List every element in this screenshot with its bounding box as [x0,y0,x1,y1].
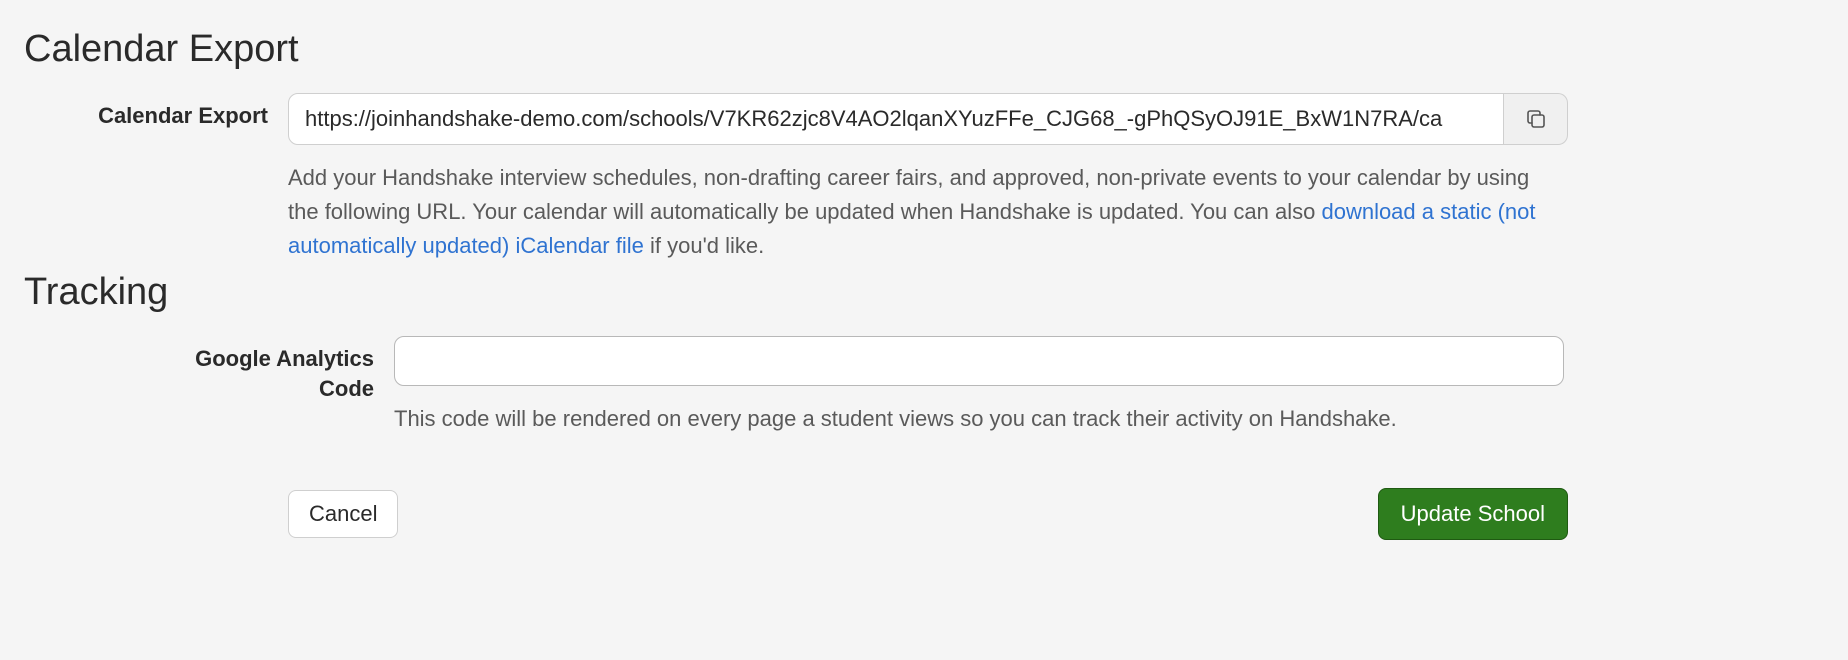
calendar-export-row: Calendar Export Add your Handshake inter… [24,93,1824,263]
copy-button[interactable] [1504,93,1568,145]
cancel-button[interactable]: Cancel [288,490,398,538]
tracking-heading: Tracking [24,271,1824,314]
google-analytics-input[interactable] [394,336,1564,386]
calendar-export-input-group [288,93,1568,145]
calendar-export-url-input[interactable] [288,93,1504,145]
google-analytics-help-text: This code will be rendered on every page… [394,402,1564,436]
ga-label-line2: Code [24,376,374,402]
button-row: Cancel Update School [24,488,1568,540]
calendar-export-heading: Calendar Export [24,28,1824,71]
google-analytics-label: Google Analytics Code [24,336,394,402]
calendar-export-help-text: Add your Handshake interview schedules, … [288,161,1558,263]
tracking-row: Google Analytics Code This code will be … [24,336,1824,436]
calendar-help-suffix: if you'd like. [644,233,764,258]
ga-label-line1: Google Analytics [24,346,374,372]
update-school-button[interactable]: Update School [1378,488,1568,540]
copy-icon [1524,107,1548,131]
calendar-export-label: Calendar Export [24,93,288,129]
